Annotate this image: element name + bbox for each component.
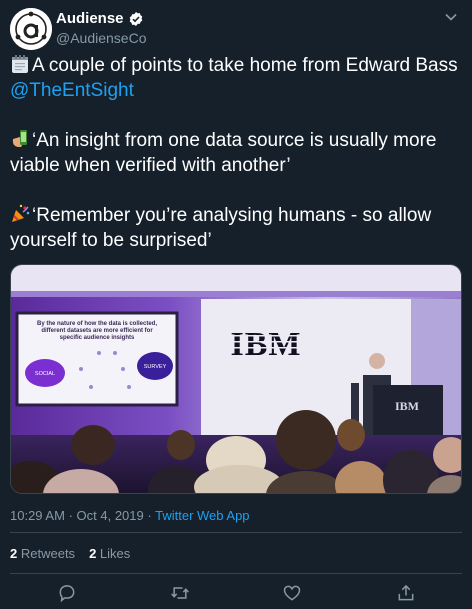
tweet-actions (10, 583, 462, 605)
like-icon[interactable] (282, 583, 302, 603)
likes-count: 2 (89, 546, 97, 561)
display-name[interactable]: Audiense (56, 10, 124, 28)
audiense-logo-icon (10, 8, 52, 50)
divider (10, 573, 462, 574)
likes-label: Likes (99, 546, 131, 561)
divider (10, 532, 462, 533)
phone-emoji-icon (12, 130, 27, 147)
svg-text:By the nature of how the data: By the nature of how the data is collect… (37, 321, 157, 327)
tweet-stats: 2 Retweets 2 Likes (10, 546, 130, 562)
chevron-down-icon[interactable] (444, 10, 458, 24)
tweet-line-1: A couple of points to take home from Edw… (10, 53, 462, 78)
meta-separator: · (147, 508, 152, 523)
user-names: Audiense @AudienseCo (56, 10, 147, 47)
slide-screen: By the nature of how the data is collect… (15, 311, 179, 407)
meta-separator: · (68, 508, 73, 523)
likes-stat[interactable]: 2 Likes (89, 546, 130, 562)
retweets-label: Retweets (20, 546, 76, 561)
tweet-line-1-text: A couple of points to take home from Edw… (32, 55, 458, 76)
tweet-header: Audiense @AudienseCo (10, 8, 462, 52)
mention-link[interactable]: @TheEntSight (10, 78, 462, 103)
tweet-meta: 10:29 AM · Oct 4, 2019 · Twitter Web App (10, 508, 250, 524)
share-icon[interactable] (396, 583, 416, 603)
tweet-text: A couple of points to take home from Edw… (10, 53, 462, 253)
quote-1: ‘An insight from one data source is usua… (10, 128, 462, 178)
retweets-count: 2 (10, 546, 18, 561)
source-app-link[interactable]: Twitter Web App (155, 508, 249, 523)
quote-1-text: ‘An insight from one data source is usua… (10, 130, 437, 176)
quote-2-text: ‘Remember you’re analysing humans - so a… (10, 205, 432, 251)
quote-2: ‘Remember you’re analysing humans - so a… (10, 203, 462, 253)
avatar[interactable] (10, 8, 52, 50)
svg-text:specific audience insights: specific audience insights (60, 335, 135, 341)
verified-badge-icon (129, 12, 142, 26)
reply-icon[interactable] (57, 583, 77, 603)
tweet-photo[interactable]: By the nature of how the data is collect… (10, 264, 462, 494)
party-popper-emoji-icon (12, 204, 30, 222)
svg-text:IBM: IBM (395, 399, 419, 413)
slide-left-label: SOCIAL (35, 371, 55, 377)
svg-text:different datasets are more ef: different datasets are more efficient fo… (41, 328, 153, 334)
slide-right-label: SURVEY (144, 364, 167, 370)
retweet-icon[interactable] (170, 583, 190, 603)
conference-photo: By the nature of how the data is collect… (11, 265, 461, 493)
retweets-stat[interactable]: 2 Retweets (10, 546, 75, 562)
backdrop-ibm-logo: IBM (231, 326, 302, 363)
notepad-emoji-icon (12, 55, 28, 73)
tweet-date[interactable]: Oct 4, 2019 (77, 508, 144, 523)
tweet-time[interactable]: 10:29 AM (10, 508, 65, 523)
user-handle[interactable]: @AudienseCo (56, 29, 147, 47)
svg-text:IBM: IBM (231, 326, 302, 363)
